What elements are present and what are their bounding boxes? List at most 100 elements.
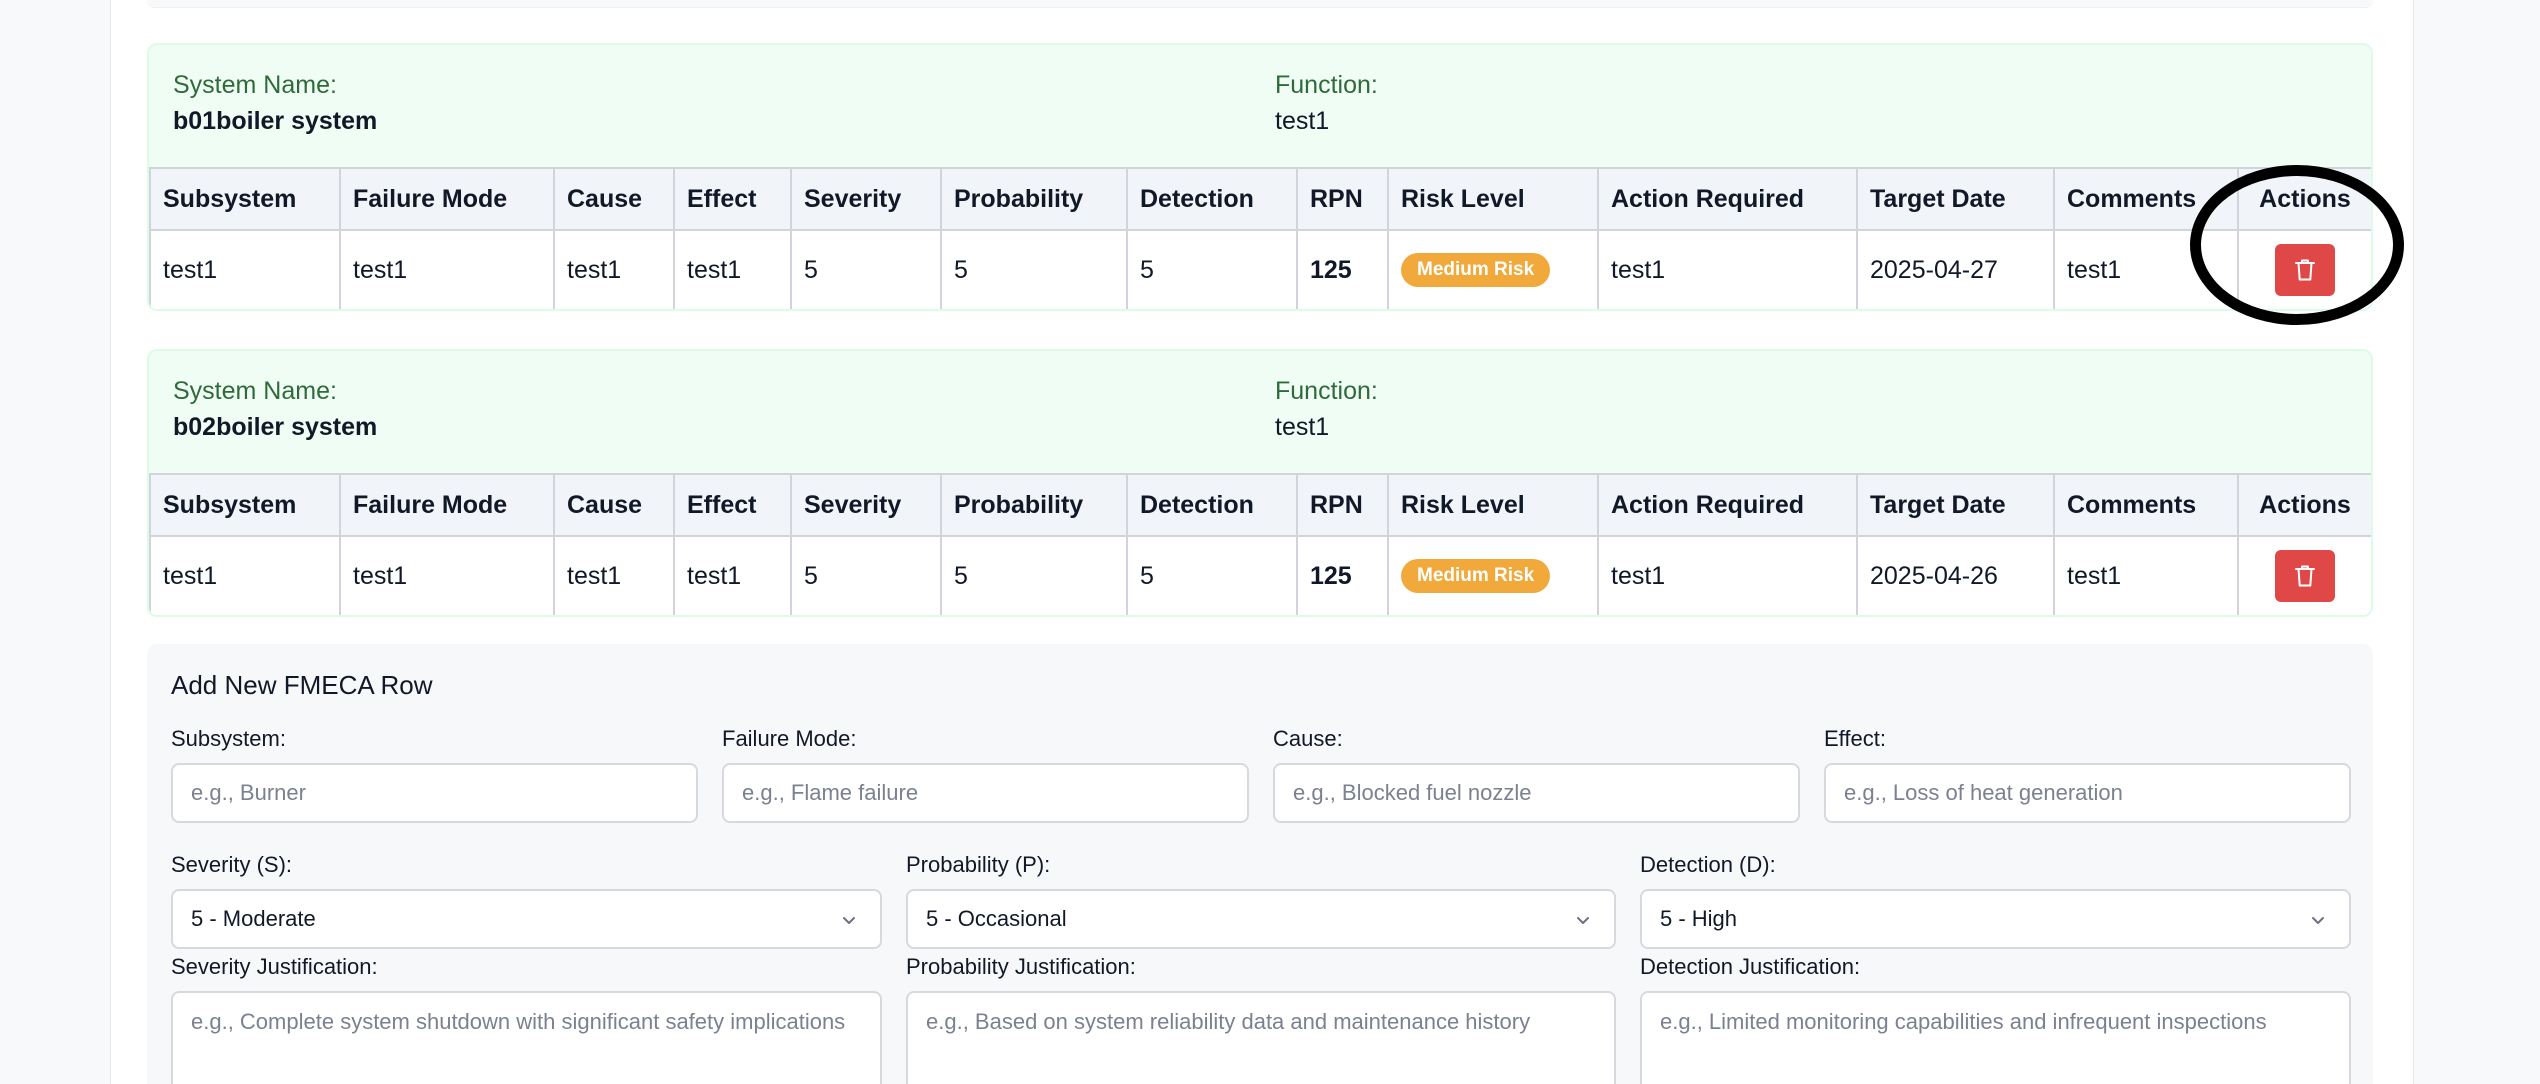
table-header-row: Subsystem Failure Mode Cause Effect Seve… bbox=[149, 167, 2371, 231]
chevron-down-icon bbox=[843, 917, 855, 924]
column-header-action-required: Action Required bbox=[1597, 167, 1858, 231]
cell-subsystem: test1 bbox=[149, 535, 341, 615]
system-header: System Name: b01boiler system Function: … bbox=[149, 45, 2371, 167]
column-header-probability: Probability bbox=[940, 473, 1128, 537]
detection-label: Detection (D): bbox=[1640, 852, 1776, 877]
detection-select[interactable]: 5 - High bbox=[1640, 889, 2351, 949]
form-title: Add New FMECA Row bbox=[171, 670, 433, 700]
severity-label: Severity (S): bbox=[171, 852, 293, 877]
function-value: test1 bbox=[1275, 413, 1330, 441]
subsystem-input[interactable] bbox=[171, 763, 698, 823]
previous-section-edge bbox=[147, 0, 2373, 8]
cell-action-required: test1 bbox=[1597, 229, 1858, 309]
column-header-cause: Cause bbox=[553, 473, 675, 537]
cell-comments: test1 bbox=[2053, 535, 2239, 615]
effect-input[interactable] bbox=[1824, 763, 2351, 823]
system-header: System Name: b02boiler system Function: … bbox=[149, 351, 2371, 473]
table-header-row: Subsystem Failure Mode Cause Effect Seve… bbox=[149, 473, 2371, 537]
column-header-effect: Effect bbox=[673, 473, 792, 537]
column-header-actions: Actions bbox=[2237, 473, 2371, 537]
column-header-target-date: Target Date bbox=[1856, 473, 2055, 537]
cell-severity: 5 bbox=[790, 229, 942, 309]
column-header-cause: Cause bbox=[553, 167, 675, 231]
cell-risk-level: Medium Risk bbox=[1387, 229, 1599, 309]
system-name-label: System Name: bbox=[173, 71, 337, 99]
probability-label: Probability (P): bbox=[906, 852, 1051, 877]
column-header-detection: Detection bbox=[1126, 167, 1298, 231]
cell-actions bbox=[2237, 535, 2371, 615]
system-name-value: b02boiler system bbox=[173, 413, 378, 441]
cell-cause: test1 bbox=[553, 229, 675, 309]
column-header-target-date: Target Date bbox=[1856, 167, 2055, 231]
system-card-b02: System Name: b02boiler system Function: … bbox=[147, 349, 2373, 617]
effect-label: Effect: bbox=[1824, 726, 1886, 751]
delete-row-button[interactable] bbox=[2275, 550, 2335, 602]
cell-detection: 5 bbox=[1126, 535, 1298, 615]
cell-effect: test1 bbox=[673, 229, 792, 309]
cell-probability: 5 bbox=[940, 229, 1128, 309]
cell-failure-mode: test1 bbox=[339, 229, 555, 309]
column-header-comments: Comments bbox=[2053, 473, 2239, 537]
cell-failure-mode: test1 bbox=[339, 535, 555, 615]
probability-select[interactable]: 5 - Occasional bbox=[906, 889, 1616, 949]
cell-severity: 5 bbox=[790, 535, 942, 615]
system-card-b01: System Name: b01boiler system Function: … bbox=[147, 43, 2373, 311]
severity-select[interactable]: 5 - Moderate bbox=[171, 889, 882, 949]
column-header-severity: Severity bbox=[790, 473, 942, 537]
cell-target-date: 2025-04-27 bbox=[1856, 229, 2055, 309]
column-header-risk-level: Risk Level bbox=[1387, 473, 1599, 537]
function-value: test1 bbox=[1275, 107, 1330, 135]
column-header-rpn: RPN bbox=[1296, 473, 1389, 537]
probability-selected-value: 5 - Occasional bbox=[926, 906, 1067, 931]
column-header-detection: Detection bbox=[1126, 473, 1298, 537]
probability-justification-textarea[interactable] bbox=[906, 991, 1616, 1084]
chevron-down-icon bbox=[1577, 917, 1589, 924]
cell-effect: test1 bbox=[673, 535, 792, 615]
table-row: test1 test1 test1 test1 5 5 5 125 Medium… bbox=[149, 535, 2371, 615]
column-header-severity: Severity bbox=[790, 167, 942, 231]
column-header-probability: Probability bbox=[940, 167, 1128, 231]
detection-justification-textarea[interactable] bbox=[1640, 991, 2351, 1084]
cell-risk-level: Medium Risk bbox=[1387, 535, 1599, 615]
cause-label: Cause: bbox=[1273, 726, 1343, 751]
risk-level-badge: Medium Risk bbox=[1401, 253, 1551, 287]
cell-action-required: test1 bbox=[1597, 535, 1858, 615]
column-header-subsystem: Subsystem bbox=[149, 167, 341, 231]
cell-rpn: 125 bbox=[1296, 229, 1389, 309]
highlight-circle-annotation bbox=[2190, 165, 2404, 325]
cause-input[interactable] bbox=[1273, 763, 1800, 823]
column-header-rpn: RPN bbox=[1296, 167, 1389, 231]
fmeca-table: Subsystem Failure Mode Cause Effect Seve… bbox=[149, 167, 2371, 309]
column-header-failure-mode: Failure Mode bbox=[339, 473, 555, 537]
cell-rpn: 125 bbox=[1296, 535, 1389, 615]
trash-icon bbox=[2295, 565, 2315, 587]
cell-target-date: 2025-04-26 bbox=[1856, 535, 2055, 615]
column-header-failure-mode: Failure Mode bbox=[339, 167, 555, 231]
chevron-down-icon bbox=[2312, 917, 2324, 924]
cell-detection: 5 bbox=[1126, 229, 1298, 309]
severity-selected-value: 5 - Moderate bbox=[191, 906, 316, 931]
function-label: Function: bbox=[1275, 71, 1378, 99]
system-name-value: b01boiler system bbox=[173, 107, 378, 135]
table-row: test1 test1 test1 test1 5 5 5 125 Medium… bbox=[149, 229, 2371, 309]
severity-justification-label: Severity Justification: bbox=[171, 954, 378, 979]
cell-subsystem: test1 bbox=[149, 229, 341, 309]
detection-selected-value: 5 - High bbox=[1660, 906, 1738, 931]
cell-cause: test1 bbox=[553, 535, 675, 615]
probability-justification-label: Probability Justification: bbox=[906, 954, 1136, 979]
failure-mode-label: Failure Mode: bbox=[722, 726, 857, 751]
column-header-action-required: Action Required bbox=[1597, 473, 1858, 537]
add-fmeca-row-form: Add New FMECA Row Subsystem: Failure Mod… bbox=[147, 644, 2373, 1084]
column-header-subsystem: Subsystem bbox=[149, 473, 341, 537]
severity-justification-textarea[interactable] bbox=[171, 991, 882, 1084]
subsystem-label: Subsystem: bbox=[171, 726, 286, 751]
function-label: Function: bbox=[1275, 377, 1378, 405]
fmeca-table: Subsystem Failure Mode Cause Effect Seve… bbox=[149, 473, 2371, 615]
column-header-risk-level: Risk Level bbox=[1387, 167, 1599, 231]
risk-level-badge: Medium Risk bbox=[1401, 559, 1551, 593]
cell-probability: 5 bbox=[940, 535, 1128, 615]
column-header-effect: Effect bbox=[673, 167, 792, 231]
detection-justification-label: Detection Justification: bbox=[1640, 954, 1861, 979]
failure-mode-input[interactable] bbox=[722, 763, 1249, 823]
system-name-label: System Name: bbox=[173, 377, 337, 405]
